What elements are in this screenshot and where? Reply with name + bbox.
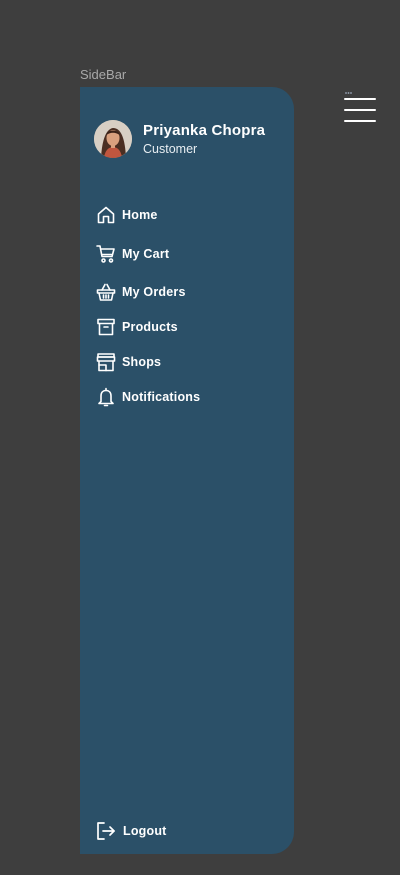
basket-icon — [96, 282, 116, 302]
sidebar-item-label: Shops — [122, 355, 162, 369]
sidebar-item-label: Products — [122, 320, 178, 334]
sidebar-item-home[interactable]: Home — [96, 205, 158, 225]
logout-label: Logout — [123, 824, 167, 838]
user-name: Priyanka Chopra — [143, 121, 266, 139]
hamburger-menu-icon — [344, 92, 376, 122]
frame-label: SideBar — [80, 67, 127, 82]
logout-icon — [96, 821, 116, 841]
sidebar-item-notifications[interactable]: Notifications — [96, 387, 200, 407]
sidebar-item-label: Home — [122, 208, 158, 222]
archive-box-icon — [96, 317, 116, 337]
home-icon — [96, 205, 116, 225]
sidebar-item-label: My Cart — [122, 247, 170, 261]
sidebar-item-shops[interactable]: Shops — [96, 352, 161, 372]
user-profile[interactable]: Priyanka Chopra Customer — [94, 120, 265, 158]
storefront-icon — [96, 352, 116, 372]
sidebar-item-label: My Orders — [122, 285, 186, 299]
sidebar-item-products[interactable]: Products — [96, 317, 178, 337]
sidebar-item-my-cart[interactable]: My Cart — [96, 244, 169, 264]
logout-button[interactable]: Logout — [96, 821, 167, 841]
avatar — [94, 120, 132, 158]
sidebar-item-my-orders[interactable]: My Orders — [96, 282, 186, 302]
sidebar: Priyanka Chopra Customer Home My Cart My… — [80, 87, 294, 854]
cart-icon — [96, 244, 116, 264]
sidebar-item-label: Notifications — [122, 390, 201, 404]
hamburger-menu-button[interactable] — [343, 91, 377, 123]
user-role: Customer — [143, 141, 198, 156]
bell-icon — [96, 387, 116, 407]
